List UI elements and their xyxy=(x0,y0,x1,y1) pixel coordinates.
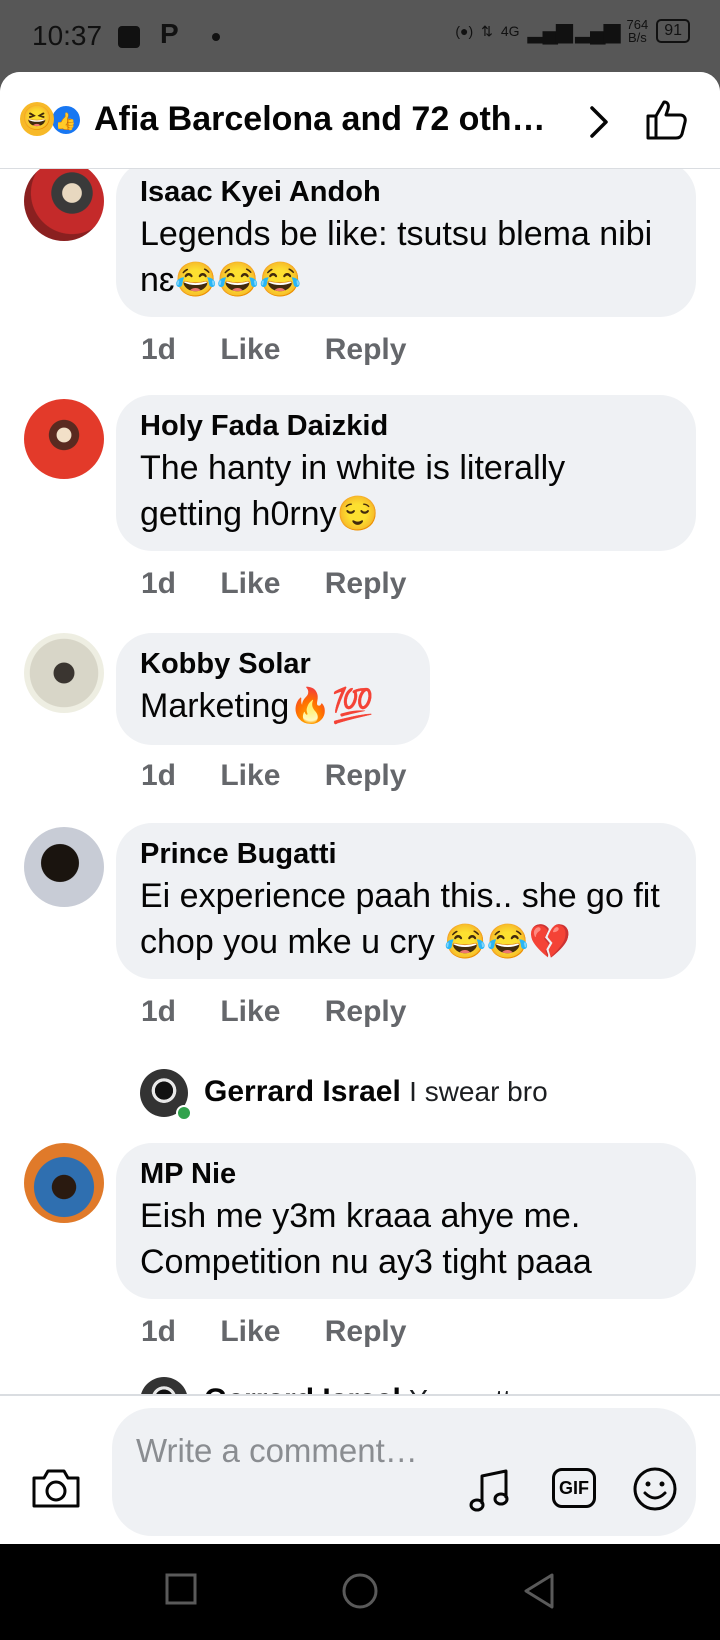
avatar[interactable] xyxy=(24,633,104,713)
reply-line: Gerrard Israel I swear bro xyxy=(204,1075,548,1109)
comment-text: Eish me y3m kraaa ahye me. Competition n… xyxy=(140,1197,592,1281)
recents-button[interactable] xyxy=(164,1572,198,1606)
comment-actions: 1d Like Reply xyxy=(141,759,442,793)
comment-author[interactable]: Kobby Solar xyxy=(140,645,406,683)
comment-bubble[interactable]: Kobby Solar Marketing🔥💯 xyxy=(116,633,430,745)
hotspot-icon: (●) xyxy=(455,23,474,39)
signal-icon: ▂▄▆ ▂▄▆ xyxy=(527,18,621,43)
reactions-header[interactable]: 😆 👍 Afia Barcelona and 72 oth… xyxy=(0,72,720,169)
reactions-summary[interactable]: Afia Barcelona and 72 oth… xyxy=(94,100,546,139)
like-link[interactable]: Like xyxy=(220,995,280,1028)
comment-text: The hanty in white is literally getting … xyxy=(140,449,566,533)
notification-dot-icon xyxy=(212,33,220,41)
camera-icon[interactable] xyxy=(30,1466,82,1510)
reply-link[interactable]: Reply xyxy=(325,995,407,1028)
comment-bubble[interactable]: Holy Fada Daizkid The hanty in white is … xyxy=(116,395,696,551)
back-button[interactable] xyxy=(522,1572,556,1610)
status-icons: (●) ⇅ 4G ▂▄▆ ▂▄▆ 764 B/s 91 xyxy=(455,18,690,44)
like-link[interactable]: Like xyxy=(220,333,280,366)
reply-link[interactable]: Reply xyxy=(325,567,407,600)
reaction-icons: 😆 👍 xyxy=(20,102,84,138)
system-nav-bar xyxy=(0,1544,720,1640)
comment-author[interactable]: Holy Fada Daizkid xyxy=(140,407,672,445)
comment-composer: Write a comment… GIF xyxy=(0,1394,720,1544)
comment-actions: 1d Like Reply xyxy=(141,333,442,367)
comment-text: Legends be like: tsutsu blema nibi nɛ😂😂😂 xyxy=(140,215,653,299)
avatar[interactable] xyxy=(24,169,104,241)
like-link[interactable]: Like xyxy=(220,567,280,600)
comment-time: 1d xyxy=(141,1315,177,1348)
comment-time: 1d xyxy=(141,759,177,792)
comment-bubble[interactable]: MP Nie Eish me y3m kraaa ahye me. Compet… xyxy=(116,1143,696,1299)
online-status-dot xyxy=(176,1105,192,1121)
like-link[interactable]: Like xyxy=(220,1315,280,1348)
avatar[interactable] xyxy=(24,399,104,479)
gif-label: GIF xyxy=(559,1478,589,1498)
notification-square-icon xyxy=(118,26,140,48)
comment-author[interactable]: Prince Bugatti xyxy=(140,835,672,873)
reply-preview[interactable]: Gerrard Israel I swear bro xyxy=(140,1069,700,1123)
status-bar: 10:37 P (●) ⇅ 4G ▂▄▆ ▂▄▆ 764 B/s 91 xyxy=(0,0,720,72)
network-speed: 764 B/s xyxy=(626,17,649,45)
comment-time: 1d xyxy=(141,995,177,1028)
comment-author[interactable]: MP Nie xyxy=(140,1155,672,1193)
notification-p-icon: P xyxy=(160,18,179,49)
like-reaction-icon: 👍 xyxy=(50,104,82,136)
chevron-right-icon[interactable] xyxy=(584,102,614,142)
comment-time: 1d xyxy=(141,567,177,600)
comment-time: 1d xyxy=(141,333,177,366)
comment-bubble[interactable]: Prince Bugatti Ei experience paah this..… xyxy=(116,823,696,979)
like-outline-icon[interactable] xyxy=(644,98,688,142)
reply-link[interactable]: Reply xyxy=(325,333,407,366)
reply-author[interactable]: Gerrard Israel xyxy=(204,1075,401,1108)
music-note-icon[interactable] xyxy=(468,1468,512,1514)
network-type: 4G xyxy=(500,23,520,39)
reply-link[interactable]: Reply xyxy=(325,1315,407,1348)
avatar[interactable] xyxy=(24,1143,104,1223)
comment-actions: 1d Like Reply xyxy=(141,567,442,601)
comment-text: Marketing🔥💯 xyxy=(140,687,374,725)
home-button[interactable] xyxy=(341,1572,379,1610)
emoji-icon[interactable] xyxy=(632,1466,678,1512)
reply-text: I swear bro xyxy=(409,1076,548,1107)
gif-button[interactable]: GIF xyxy=(552,1468,596,1508)
reply-link[interactable]: Reply xyxy=(325,759,407,792)
haha-reaction-icon: 😆 xyxy=(20,102,54,136)
avatar[interactable] xyxy=(24,827,104,907)
data-arrows-icon: ⇅ xyxy=(481,22,493,39)
status-time: 10:37 xyxy=(32,20,103,51)
comment-actions: 1d Like Reply xyxy=(141,995,442,1029)
comments-list[interactable]: Isaac Kyei Andoh Legends be like: tsutsu… xyxy=(0,169,720,1467)
comments-sheet: 😆 👍 Afia Barcelona and 72 oth… Isaac Kye… xyxy=(0,72,720,1544)
comment-bubble[interactable]: Isaac Kyei Andoh Legends be like: tsutsu… xyxy=(116,169,696,317)
battery-indicator: 91 xyxy=(656,19,690,43)
comment-actions: 1d Like Reply xyxy=(141,1315,442,1349)
comment-text: Ei experience paah this.. she go fit cho… xyxy=(140,877,660,961)
like-link[interactable]: Like xyxy=(220,759,280,792)
comment-author[interactable]: Isaac Kyei Andoh xyxy=(140,173,672,211)
comment-input[interactable]: Write a comment… GIF xyxy=(112,1408,696,1536)
comment-input-placeholder: Write a comment… xyxy=(136,1432,418,1469)
